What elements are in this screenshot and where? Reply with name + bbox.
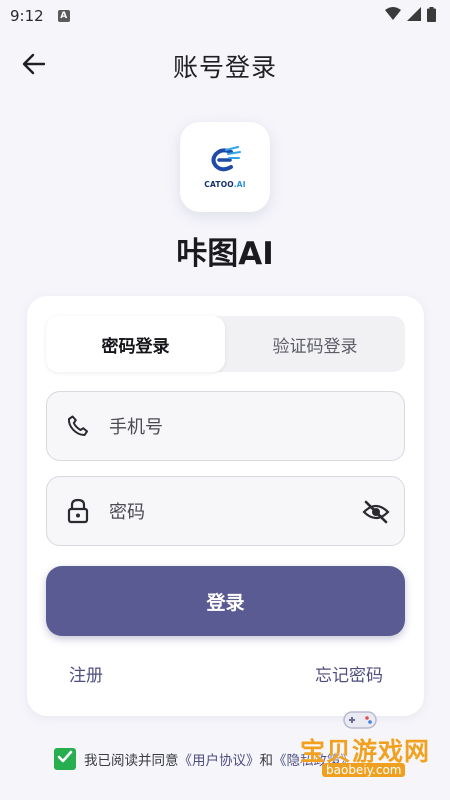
wifi-icon xyxy=(385,7,401,25)
login-card: 密码登录 验证码登录 手机号 密码 登录 注册 忘记密码 xyxy=(27,296,424,716)
app-name: 咔图AI xyxy=(176,236,274,272)
status-bar: 9:12 A xyxy=(0,0,450,32)
agreement-and: 和 xyxy=(259,753,274,769)
eye-off-icon[interactable] xyxy=(362,499,390,525)
signal-icon xyxy=(407,7,421,25)
phone-icon xyxy=(47,414,109,438)
header: 账号登录 xyxy=(0,40,450,92)
password-placeholder: 密码 xyxy=(109,502,145,523)
user-agreement-link[interactable]: 《用户协议》 xyxy=(179,749,260,769)
battery-icon xyxy=(427,6,436,26)
tab-password-login[interactable]: 密码登录 xyxy=(46,316,225,372)
login-tabs: 密码登录 验证码登录 xyxy=(46,316,405,372)
notification-badge-icon: A xyxy=(57,10,70,22)
login-button[interactable]: 登录 xyxy=(46,566,405,636)
phone-placeholder: 手机号 xyxy=(109,417,163,438)
tab-code-login[interactable]: 验证码登录 xyxy=(225,316,405,372)
check-icon xyxy=(57,750,73,768)
status-time: 9:12 xyxy=(10,7,44,25)
privacy-policy-link[interactable]: 《隐私政策》 xyxy=(273,749,354,769)
agreement-prefix: 我已阅读并同意 xyxy=(84,753,179,769)
app-logo: CATOO.AI xyxy=(180,122,270,212)
catoo-logo-icon xyxy=(208,145,242,178)
page-title: 账号登录 xyxy=(172,53,277,82)
lock-icon xyxy=(47,498,109,524)
agreement-row: 我已阅读并同意 《用户协议》 和 《隐私政策》 xyxy=(54,748,354,770)
logo-wordmark: CATOO.AI xyxy=(204,179,246,189)
password-input[interactable]: 密码 xyxy=(46,476,405,546)
phone-input[interactable]: 手机号 xyxy=(46,391,405,461)
back-button[interactable] xyxy=(18,52,50,80)
forgot-password-link[interactable]: 忘记密码 xyxy=(315,661,383,686)
register-link[interactable]: 注册 xyxy=(69,661,103,686)
agreement-checkbox[interactable] xyxy=(54,748,76,770)
arrow-left-icon xyxy=(22,53,46,79)
